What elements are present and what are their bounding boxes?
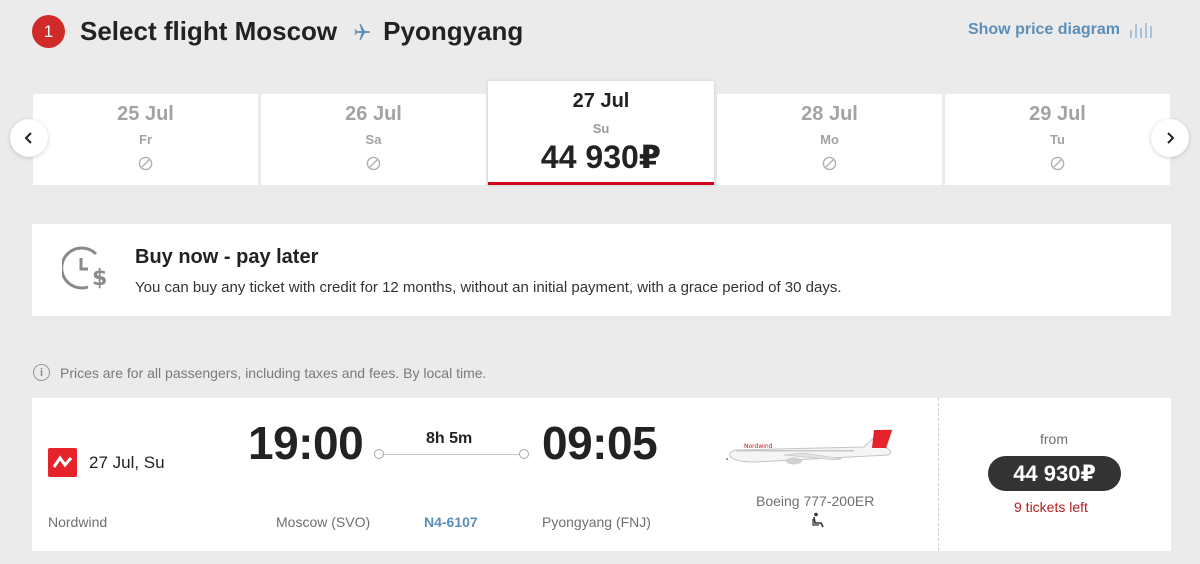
nordwind-logo [48, 448, 77, 477]
arrival-airport: Pyongyang (FNJ) [542, 514, 651, 530]
plane-icon [354, 23, 371, 40]
flight-date: 27 Jul, Su [89, 453, 165, 472]
flight-duration: 8h 5m [426, 430, 473, 447]
promo-text: You can buy any ticket with credit for 1… [135, 279, 842, 296]
date-option-26-jul[interactable]: 26 Jul Sa [261, 94, 486, 185]
selected-indicator [488, 182, 714, 185]
select-price-button[interactable]: 44 930₽ [988, 456, 1121, 491]
flight-number-link[interactable]: N4-6107 [424, 514, 478, 530]
date-label: 25 Jul [117, 103, 174, 125]
airline-name: Nordwind [48, 514, 108, 530]
weekday-label: Sa [365, 132, 382, 147]
bar-chart-icon [1130, 22, 1152, 38]
promo-title: Buy now - pay later [135, 246, 319, 268]
chevron-left-icon [24, 132, 32, 144]
date-option-25-jul[interactable]: 25 Jul Fr [33, 94, 258, 185]
weekday-label: Tu [1050, 132, 1065, 147]
arrival-time: 09:05 [542, 417, 658, 469]
clock-dollar-icon: $ [62, 246, 107, 291]
aircraft-image: Nordwind [726, 429, 893, 465]
weekday-label: Su [592, 121, 610, 136]
weekday-label: Mo [820, 132, 839, 147]
show-price-diagram-link[interactable]: Show price diagram [968, 21, 1152, 39]
title-origin: Select flight Moscow [80, 16, 338, 46]
unavailable-icon [822, 156, 837, 171]
card-divider [938, 398, 939, 551]
step-badge: 1 [32, 15, 65, 48]
weekday-label: Fr [139, 132, 152, 147]
seat-icon [812, 512, 824, 528]
date-label: 28 Jul [801, 103, 858, 125]
date-option-28-jul[interactable]: 28 Jul Mo [717, 94, 942, 185]
flight-result-card[interactable]: 27 Jul, Su Nordwind 19:00 8h 5m 09:05 Mo… [32, 398, 1171, 551]
next-dates-button[interactable] [1151, 119, 1189, 157]
unavailable-icon [1050, 156, 1065, 171]
price-info-text: Prices are for all passengers, including… [60, 364, 487, 381]
tickets-left: 9 tickets left [1014, 499, 1088, 515]
date-price: 44 930₽ [540, 139, 662, 175]
prev-dates-button[interactable] [10, 119, 48, 157]
date-label: 26 Jul [345, 103, 402, 125]
page-title: Select flight Moscow Pyongyang [80, 15, 523, 48]
unavailable-icon [366, 156, 381, 171]
unavailable-icon [138, 156, 153, 171]
svg-text:Nordwind: Nordwind [744, 443, 773, 450]
route-line [379, 454, 525, 455]
date-label: 27 Jul [572, 90, 630, 112]
pay-later-banner: $ Buy now - pay later You can buy any ti… [32, 224, 1171, 316]
chevron-right-icon [1167, 132, 1175, 144]
svg-text:$: $ [92, 266, 107, 291]
date-label: 29 Jul [1029, 103, 1086, 125]
departure-time: 19:00 [248, 417, 364, 469]
price-diagram-label: Show price diagram [967, 21, 1120, 38]
date-option-29-jul[interactable]: 29 Jul Tu [945, 94, 1170, 185]
route-start-dot [374, 449, 384, 459]
title-destination: Pyongyang [383, 16, 524, 46]
price-info: i Prices are for all passengers, includi… [33, 364, 486, 381]
date-option-27-jul[interactable]: 27 Jul Su 44 930₽ [488, 81, 714, 185]
from-label: from [1040, 431, 1068, 447]
aircraft-type: Boeing 777-200ER [756, 493, 875, 509]
route-end-dot [519, 449, 529, 459]
info-icon: i [33, 364, 50, 381]
departure-airport: Moscow (SVO) [276, 514, 371, 530]
